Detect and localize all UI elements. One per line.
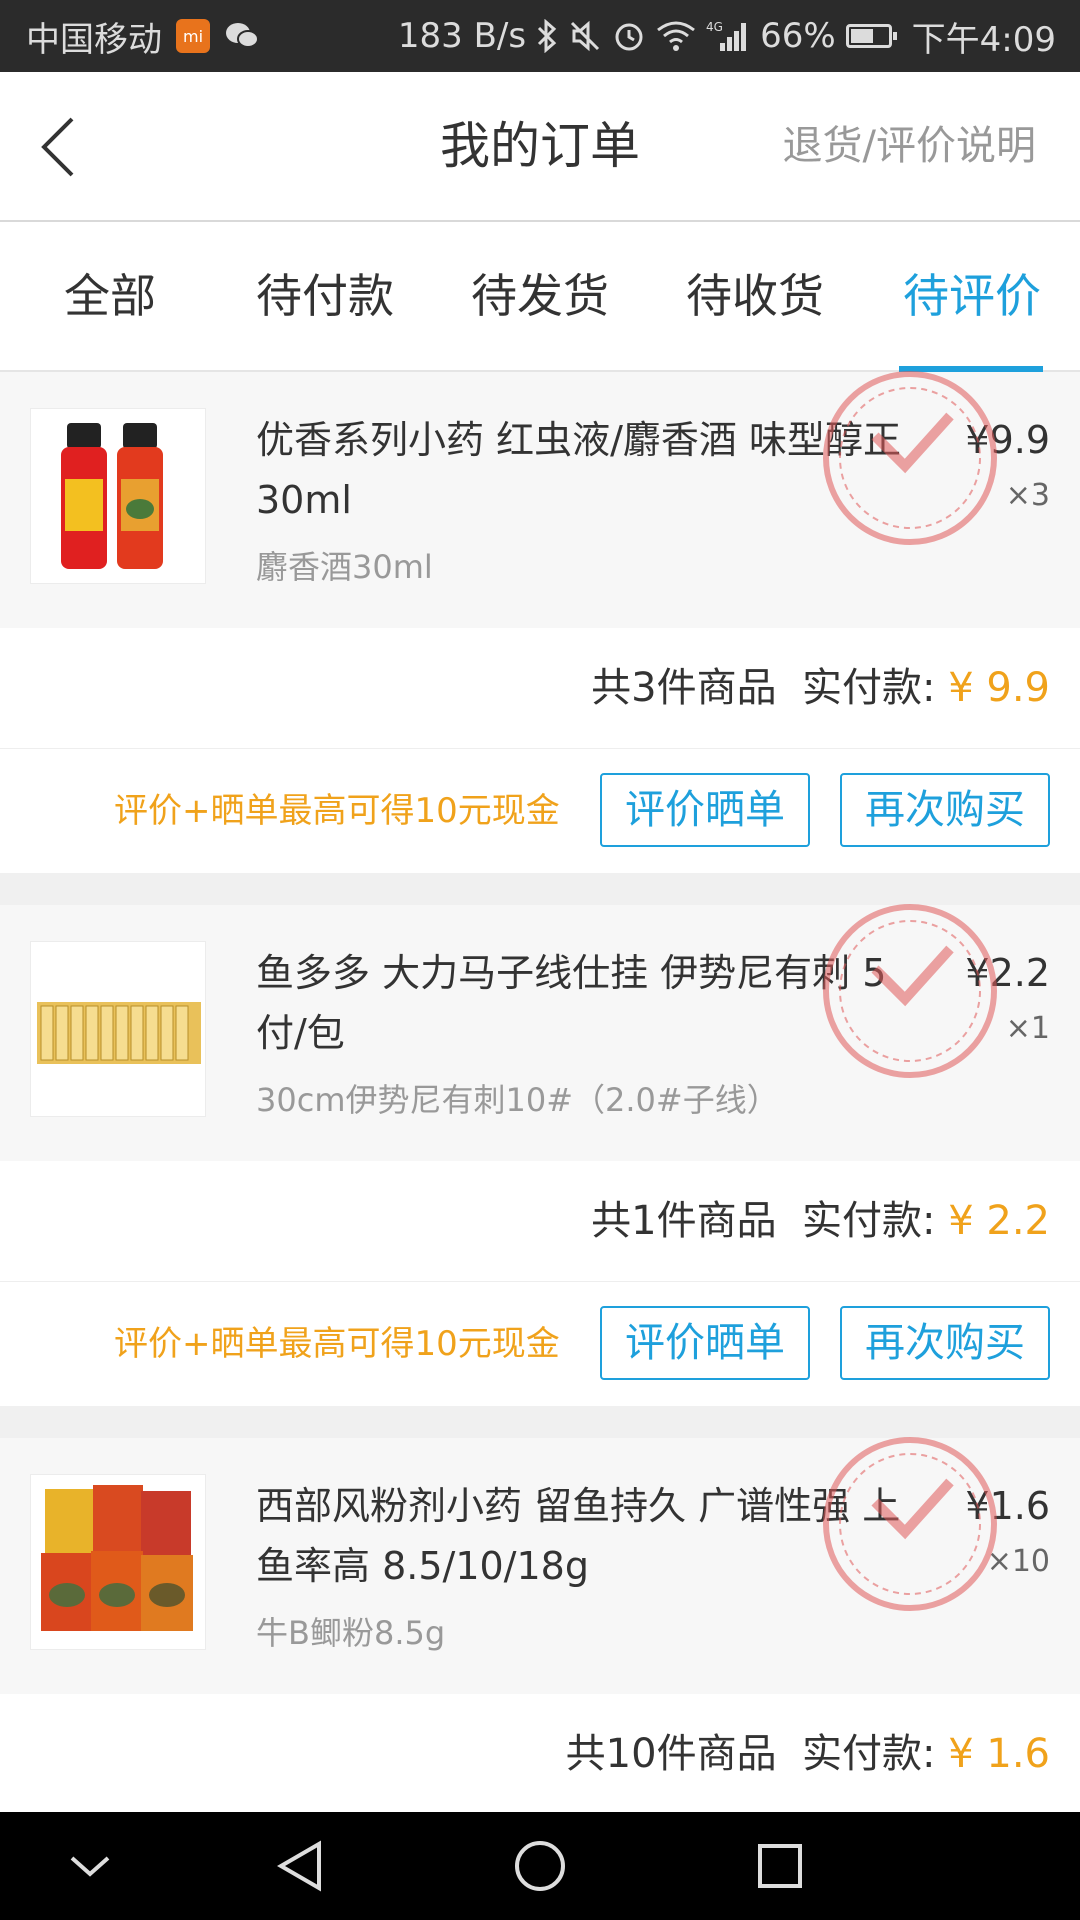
circle-home-icon [515,1841,565,1891]
order-item[interactable]: 优香系列小药 红虫液/麝香酒 味型醇正 30ml 麝香酒30ml ¥9.9 ×3 [0,371,1080,628]
return-review-info-link[interactable]: 退货/评价说明 [783,72,1036,220]
order-card: 优香系列小药 红虫液/麝香酒 味型醇正 30ml 麝香酒30ml ¥9.9 ×3… [0,371,1080,873]
product-quantity: ×3 [1005,478,1050,513]
paid-amount: ¥ 1.6 [948,1731,1050,1777]
status-bar-right: 183 B/s 4G 66% 下午4:09 [398,0,1056,72]
item-count: 共1件商品 [591,1198,777,1244]
status-bar-left: 中国移动 mi [26,0,260,72]
app-header: 我的订单 退货/评价说明 [0,72,1080,222]
clock: 下午4:09 [911,19,1056,60]
tab-pending-receipt[interactable]: 待收货 [675,222,835,370]
order-divider [0,1406,1080,1438]
product-quantity: ×10 [986,1544,1050,1579]
order-actions: 评价+晒单最高可得10元现金 评价晒单 再次购买 [0,1282,1080,1406]
buy-again-button[interactable]: 再次购买 [840,773,1050,847]
tab-all[interactable]: 全部 [40,222,180,370]
mute-icon [568,19,602,53]
wifi-icon [656,20,696,52]
product-spec: 30cm伊势尼有刺10#（2.0#子线） [256,1081,779,1119]
product-quantity: ×1 [1005,1011,1050,1046]
tab-pending-review[interactable]: 待评价 [892,222,1052,370]
alarm-icon [612,19,646,53]
order-divider [0,873,1080,905]
chevron-down-icon [70,1856,110,1877]
order-summary: 共10件商品 实付款: ¥ 1.6 [0,1694,1080,1815]
order-item[interactable]: 鱼多多 大力马子线仕挂 伊势尼有刺 5付/包 30cm伊势尼有刺10#（2.0#… [0,904,1080,1161]
product-spec: 麝香酒30ml [256,548,433,586]
order-card: 鱼多多 大力马子线仕挂 伊势尼有刺 5付/包 30cm伊势尼有刺10#（2.0#… [0,904,1080,1406]
signal-icon: 4G [706,19,750,53]
product-spec: 牛B鲫粉8.5g [256,1614,446,1652]
product-title: 优香系列小药 红虫液/麝香酒 味型醇正 30ml [256,418,901,522]
triangle-back-icon [277,1840,321,1892]
order-summary: 共3件商品 实付款: ¥ 9.9 [0,628,1080,749]
hide-nav-button[interactable] [30,1812,150,1920]
system-nav-bar [0,1812,1080,1920]
paid-amount: ¥ 9.9 [948,665,1050,711]
tab-pending-payment[interactable]: 待付款 [245,222,405,370]
order-tabs: 全部 待付款 待发货 待收货 待评价 [0,222,1080,372]
item-count: 共10件商品 [565,1731,777,1777]
status-bar: 中国移动 mi 183 B/s 4G 66% 下午4:09 [0,0,1080,72]
paid-label: 实付款: [802,1198,936,1244]
paid-amount: ¥ 2.2 [948,1198,1050,1244]
product-image [30,1474,206,1650]
product-title: 西部风粉剂小药 留鱼持久 广谱性强 上鱼率高 8.5/10/18g [256,1484,901,1588]
review-button[interactable]: 评价晒单 [600,773,810,847]
product-price: ¥1.6 [965,1484,1050,1528]
review-button[interactable]: 评价晒单 [600,1306,810,1380]
order-actions: 评价+晒单最高可得10元现金 评价晒单 再次购买 [0,749,1080,873]
item-count: 共3件商品 [591,665,777,711]
square-recents-icon [758,1844,802,1888]
product-image [30,408,206,584]
battery-icon [845,24,897,48]
product-title: 鱼多多 大力马子线仕挂 伊势尼有刺 5付/包 [256,951,887,1055]
paid-label: 实付款: [802,1731,936,1777]
carrier-label: 中国移动 [26,19,162,60]
order-card: 西部风粉剂小药 留鱼持久 广谱性强 上鱼率高 8.5/10/18g 牛B鲫粉8.… [0,1437,1080,1815]
nav-home-button[interactable] [480,1812,600,1920]
battery-percent: 66% [760,16,836,56]
paid-label: 实付款: [802,665,936,711]
tab-pending-shipment[interactable]: 待发货 [460,222,620,370]
nav-recents-button[interactable] [720,1812,840,1920]
review-promo-text: 评价+晒单最高可得10元现金 [114,791,560,831]
product-price: ¥9.9 [965,418,1050,462]
wechat-icon [224,21,260,51]
network-speed: 183 B/s [397,16,527,56]
bluetooth-icon [536,19,558,53]
review-promo-text: 评价+晒单最高可得10元现金 [114,1324,560,1364]
order-list: 优香系列小药 红虫液/麝香酒 味型醇正 30ml 麝香酒30ml ¥9.9 ×3… [0,371,1080,1815]
product-price: ¥2.2 [965,951,1050,995]
order-summary: 共1件商品 实付款: ¥ 2.2 [0,1161,1080,1282]
nav-back-button[interactable] [240,1812,360,1920]
product-image [30,941,206,1117]
order-item[interactable]: 西部风粉剂小药 留鱼持久 广谱性强 上鱼率高 8.5/10/18g 牛B鲫粉8.… [0,1437,1080,1694]
buy-again-button[interactable]: 再次购买 [840,1306,1050,1380]
network-type-label: 4G [706,20,723,34]
mi-app-icon: mi [176,19,210,53]
